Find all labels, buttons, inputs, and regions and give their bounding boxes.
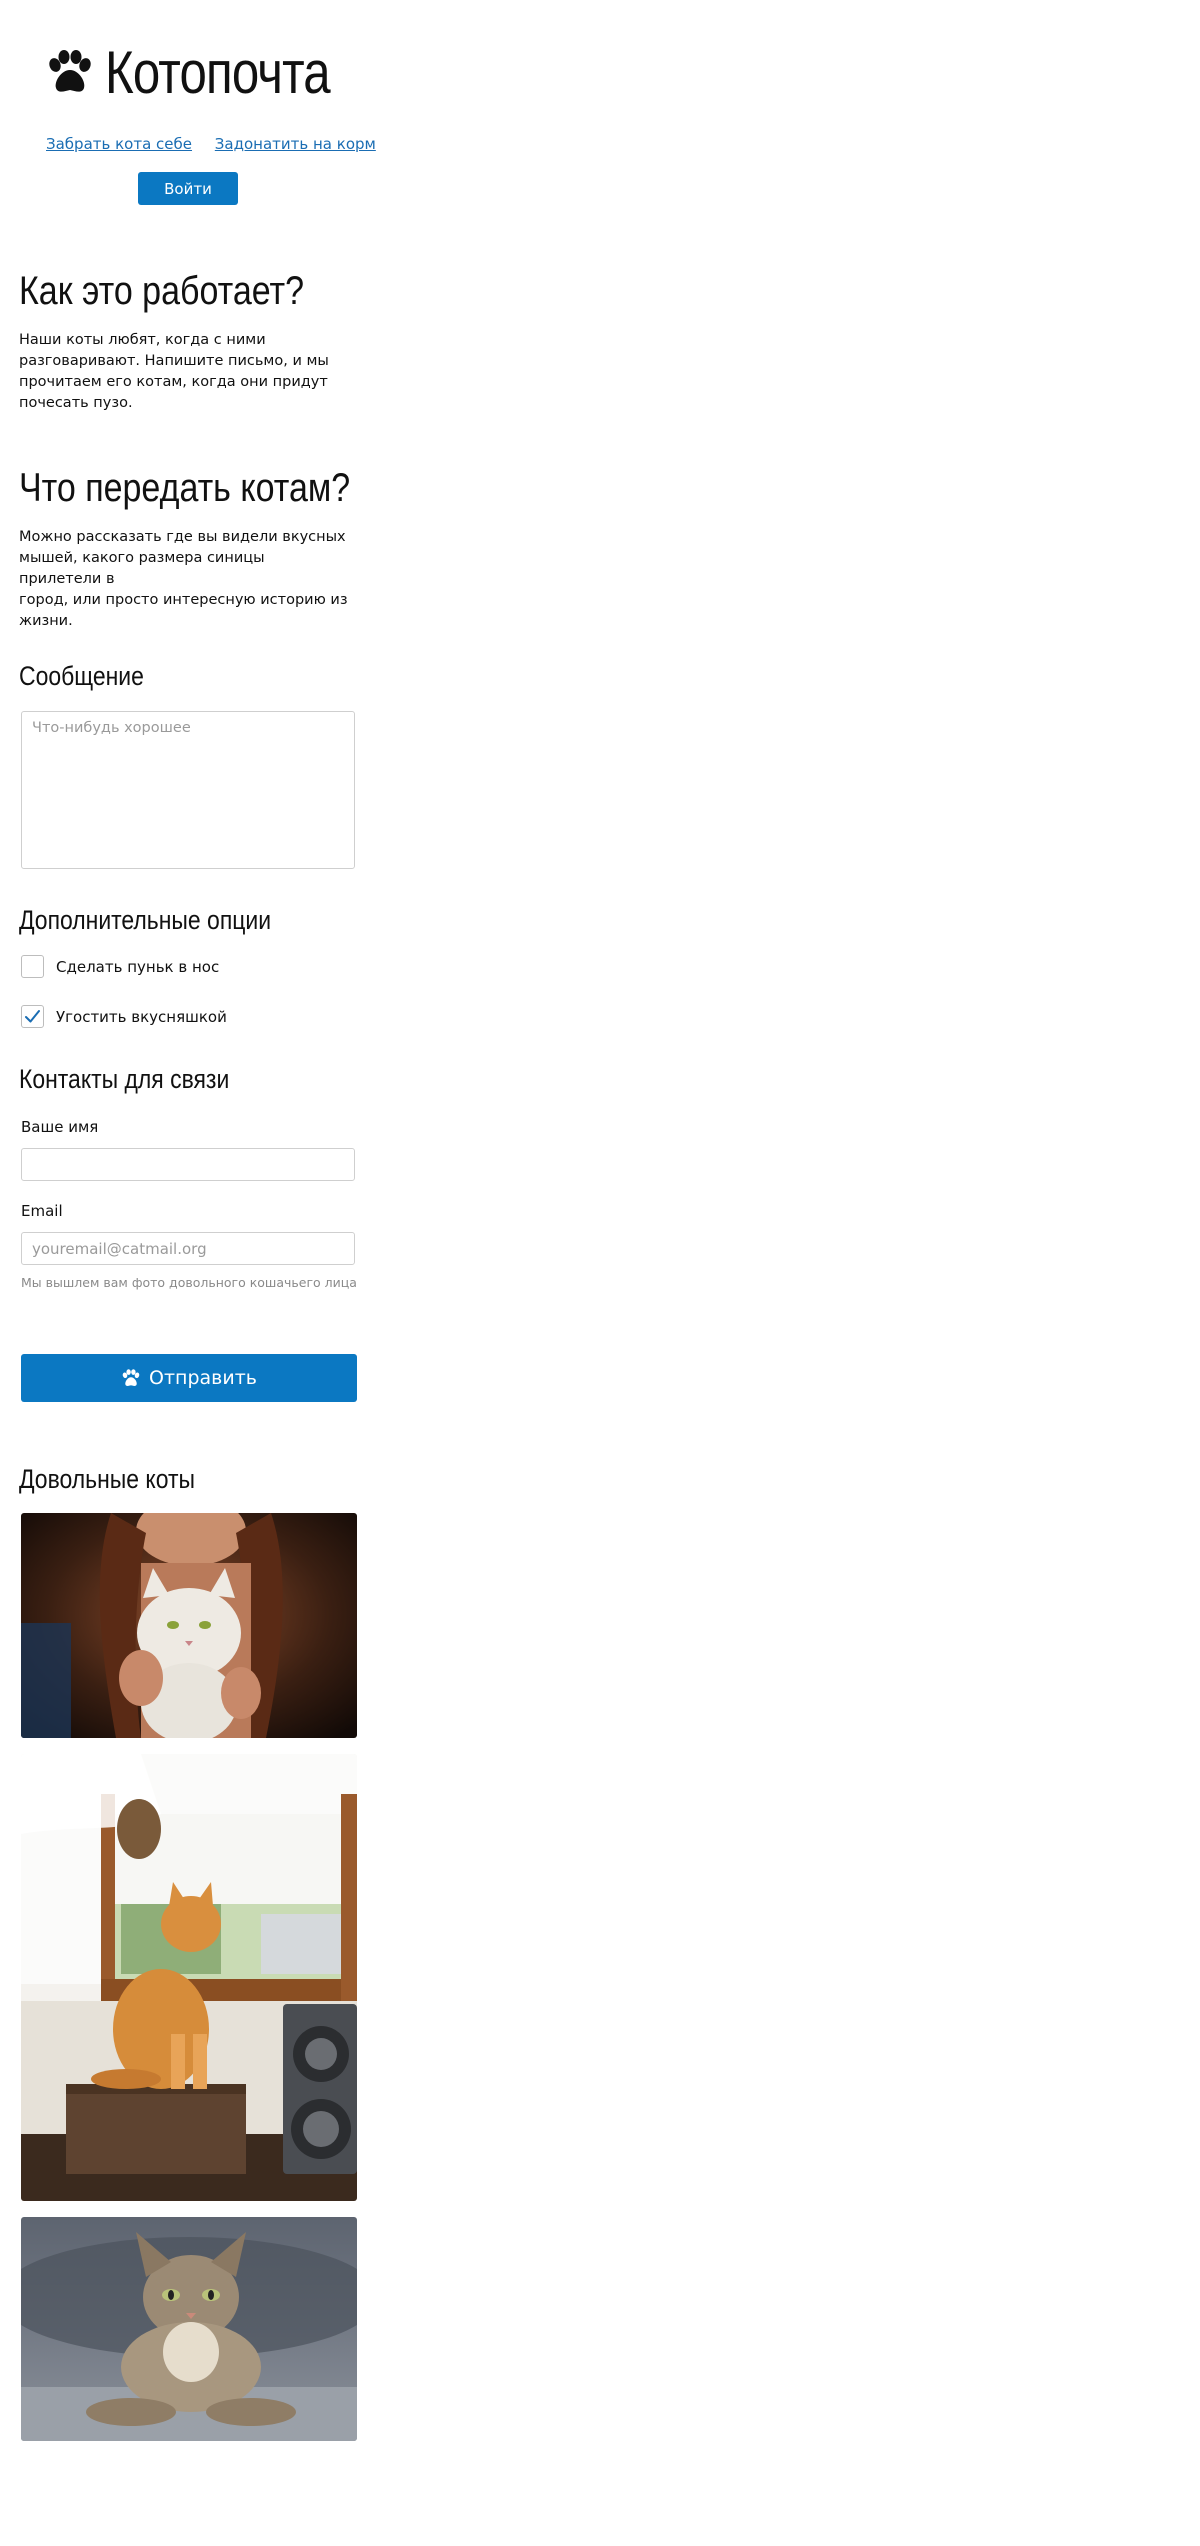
how-it-works-text: Наши коты любят, когда с ними разговарив… [19, 332, 329, 411]
email-label: Email [21, 1202, 63, 1220]
brand-title: Котопочта [105, 39, 331, 106]
options-title: Дополнительные опции [19, 905, 272, 935]
login-button[interactable]: Войти [138, 172, 238, 205]
paw-icon [49, 50, 91, 92]
treat-label: Угостить вкусняшкой [56, 1007, 227, 1026]
donate-food-link[interactable]: Задонатить на корм [215, 135, 376, 153]
submit-button[interactable]: Отправить [21, 1354, 357, 1402]
logo[interactable]: Котопочта [45, 38, 379, 108]
nose-boop-label: Сделать пуньк в нос [56, 957, 220, 976]
checkmark-icon [25, 1010, 40, 1023]
option-nose-boop[interactable]: Сделать пуньк в нос [21, 955, 219, 978]
name-label: Ваше имя [21, 1118, 99, 1136]
treat-checkbox[interactable] [21, 1005, 44, 1028]
tabby-cat-on-sofa-photo [21, 2217, 357, 2441]
option-treat[interactable]: Угостить вкусняшкой [21, 1005, 227, 1028]
adopt-cat-link[interactable]: Забрать кота себе [46, 135, 192, 153]
email-input[interactable] [21, 1232, 355, 1265]
what-to-tell-text: Можно рассказать где вы видели вкусных м… [19, 529, 348, 629]
nose-boop-checkbox[interactable] [21, 955, 44, 978]
contacts-title: Контакты для связи [19, 1064, 230, 1094]
page: Котопочта Забрать кота себе Задонатить н… [0, 0, 1200, 2546]
how-it-works-title: Как это работает? [19, 269, 305, 313]
girl-holding-white-cat-photo [21, 1513, 357, 1738]
what-to-tell-title: Что передать котам? [19, 466, 351, 510]
name-input[interactable] [21, 1148, 355, 1181]
gallery-title: Довольные коты [19, 1464, 195, 1494]
header-nav: Забрать кота себе Задонатить на корм [46, 135, 394, 153]
message-title: Сообщение [19, 661, 144, 691]
ginger-cat-by-window-photo [21, 1754, 357, 2201]
submit-label: Отправить [149, 1367, 257, 1389]
message-textarea[interactable] [21, 711, 355, 869]
email-hint: Мы вышлем вам фото довольного кошачьего … [21, 1275, 357, 1290]
paw-icon [122, 1368, 140, 1386]
